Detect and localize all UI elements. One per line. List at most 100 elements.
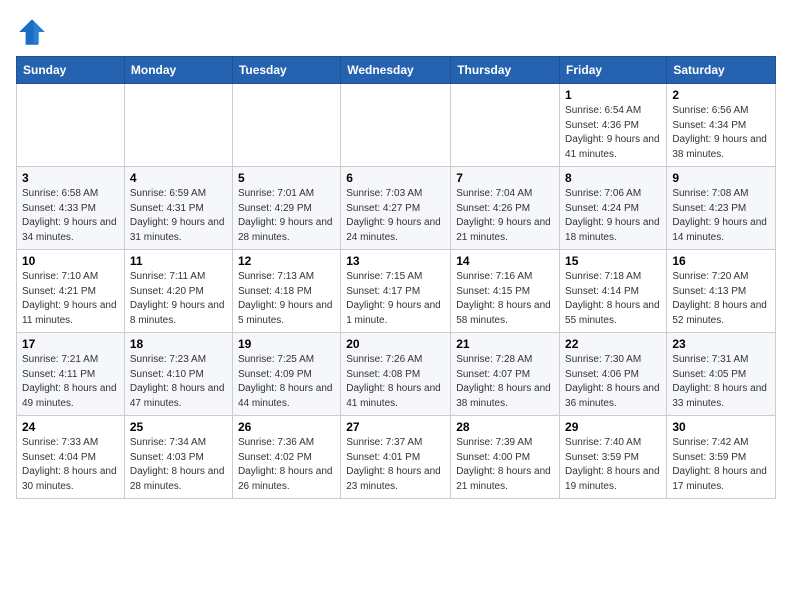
weekday-header-saturday: Saturday <box>667 57 776 84</box>
day-number: 9 <box>672 171 770 185</box>
calendar-cell <box>17 84 125 167</box>
day-info: Sunrise: 6:54 AMSunset: 4:36 PMDaylight:… <box>565 104 661 162</box>
day-number: 6 <box>346 171 445 185</box>
weekday-header-monday: Monday <box>124 57 232 84</box>
calendar-cell: 24 Sunrise: 7:33 AMSunset: 4:04 PMDayligh… <box>17 416 125 499</box>
logo-icon <box>16 16 48 48</box>
day-info: Sunrise: 7:36 AMSunset: 4:02 PMDaylight:… <box>238 436 335 494</box>
day-info: Sunrise: 7:28 AMSunset: 4:07 PMDaylight:… <box>456 353 554 411</box>
calendar-cell: 11Sunrise: 7:11 AMSunset: 4:20 PMDayligh… <box>124 250 232 333</box>
day-number: 24 <box>22 420 119 434</box>
day-info: Sunrise: 7:01 AMSunset: 4:29 PMDaylight:… <box>238 187 335 245</box>
day-number: 13 <box>346 254 445 268</box>
day-number: 29 <box>565 420 661 434</box>
calendar-cell: 2Sunrise: 6:56 AMSunset: 4:34 PMDaylight… <box>667 84 776 167</box>
calendar-cell: 1 Sunrise: 6:54 AMSunset: 4:36 PMDaylight… <box>560 84 667 167</box>
day-number: 19 <box>238 337 335 351</box>
day-number: 26 <box>238 420 335 434</box>
day-number: 27 <box>346 420 445 434</box>
day-info: Sunrise: 7:13 AMSunset: 4:18 PMDaylight:… <box>238 270 335 328</box>
calendar-cell: 9Sunrise: 7:08 AMSunset: 4:23 PMDaylight… <box>667 167 776 250</box>
calendar-week-2: 3 Sunrise: 6:58 AMSunset: 4:33 PMDaylight… <box>17 167 776 250</box>
calendar-cell: 16 Sunrise: 7:20 AMSunset: 4:13 PMDayligh… <box>667 250 776 333</box>
day-number: 21 <box>456 337 554 351</box>
calendar-week-1: 1 Sunrise: 6:54 AMSunset: 4:36 PMDaylight… <box>17 84 776 167</box>
day-info: Sunrise: 7:11 AMSunset: 4:20 PMDaylight:… <box>130 270 227 328</box>
weekday-header-friday: Friday <box>560 57 667 84</box>
calendar-cell: 3 Sunrise: 6:58 AMSunset: 4:33 PMDaylight… <box>17 167 125 250</box>
calendar-cell: 12 Sunrise: 7:13 AMSunset: 4:18 PMDayligh… <box>232 250 340 333</box>
day-number: 15 <box>565 254 661 268</box>
weekday-header-thursday: Thursday <box>451 57 560 84</box>
weekday-header-row: SundayMondayTuesdayWednesdayThursdayFrid… <box>17 57 776 84</box>
calendar-table: SundayMondayTuesdayWednesdayThursdayFrid… <box>16 56 776 499</box>
calendar-cell: 14 Sunrise: 7:16 AMSunset: 4:15 PMDayligh… <box>451 250 560 333</box>
calendar-cell: 30 Sunrise: 7:42 AMSunset: 3:59 PMDayligh… <box>667 416 776 499</box>
calendar-cell: 22 Sunrise: 7:30 AMSunset: 4:06 PMDayligh… <box>560 333 667 416</box>
day-info: Sunrise: 7:18 AMSunset: 4:14 PMDaylight:… <box>565 270 661 328</box>
day-number: 8 <box>565 171 661 185</box>
day-number: 16 <box>672 254 770 268</box>
weekday-header-wednesday: Wednesday <box>341 57 451 84</box>
calendar-cell: 18 Sunrise: 7:23 AMSunset: 4:10 PMDayligh… <box>124 333 232 416</box>
day-info: Sunrise: 7:26 AMSunset: 4:08 PMDaylight:… <box>346 353 445 411</box>
calendar-cell: 13 Sunrise: 7:15 AMSunset: 4:17 PMDayligh… <box>341 250 451 333</box>
calendar-cell: 27 Sunrise: 7:37 AMSunset: 4:01 PMDayligh… <box>341 416 451 499</box>
day-info: Sunrise: 7:30 AMSunset: 4:06 PMDaylight:… <box>565 353 661 411</box>
calendar-cell: 10 Sunrise: 7:10 AMSunset: 4:21 PMDayligh… <box>17 250 125 333</box>
logo <box>16 16 52 48</box>
day-info: Sunrise: 7:39 AMSunset: 4:00 PMDaylight:… <box>456 436 554 494</box>
day-info: Sunrise: 7:31 AMSunset: 4:05 PMDaylight:… <box>672 353 770 411</box>
calendar-week-3: 10 Sunrise: 7:10 AMSunset: 4:21 PMDayligh… <box>17 250 776 333</box>
day-number: 28 <box>456 420 554 434</box>
calendar-cell: 6Sunrise: 7:03 AMSunset: 4:27 PMDaylight… <box>341 167 451 250</box>
day-number: 20 <box>346 337 445 351</box>
calendar-cell <box>124 84 232 167</box>
weekday-header-sunday: Sunday <box>17 57 125 84</box>
day-info: Sunrise: 7:23 AMSunset: 4:10 PMDaylight:… <box>130 353 227 411</box>
day-info: Sunrise: 6:58 AMSunset: 4:33 PMDaylight:… <box>22 187 119 245</box>
day-number: 7 <box>456 171 554 185</box>
calendar-cell: 4Sunrise: 6:59 AMSunset: 4:31 PMDaylight… <box>124 167 232 250</box>
day-number: 30 <box>672 420 770 434</box>
calendar-cell <box>451 84 560 167</box>
day-number: 14 <box>456 254 554 268</box>
calendar-cell: 26 Sunrise: 7:36 AMSunset: 4:02 PMDayligh… <box>232 416 340 499</box>
day-info: Sunrise: 7:10 AMSunset: 4:21 PMDaylight:… <box>22 270 119 328</box>
calendar-cell: 19Sunrise: 7:25 AMSunset: 4:09 PMDayligh… <box>232 333 340 416</box>
day-number: 12 <box>238 254 335 268</box>
day-number: 2 <box>672 88 770 102</box>
page-header <box>16 16 776 48</box>
day-info: Sunrise: 7:15 AMSunset: 4:17 PMDaylight:… <box>346 270 445 328</box>
day-info: Sunrise: 7:37 AMSunset: 4:01 PMDaylight:… <box>346 436 445 494</box>
day-info: Sunrise: 7:16 AMSunset: 4:15 PMDaylight:… <box>456 270 554 328</box>
calendar-cell: 28 Sunrise: 7:39 AMSunset: 4:00 PMDayligh… <box>451 416 560 499</box>
day-number: 4 <box>130 171 227 185</box>
day-info: Sunrise: 7:34 AMSunset: 4:03 PMDaylight:… <box>130 436 227 494</box>
calendar-cell <box>232 84 340 167</box>
calendar-cell: 29Sunrise: 7:40 AMSunset: 3:59 PMDayligh… <box>560 416 667 499</box>
calendar-cell <box>341 84 451 167</box>
calendar-cell: 15 Sunrise: 7:18 AMSunset: 4:14 PMDayligh… <box>560 250 667 333</box>
day-number: 5 <box>238 171 335 185</box>
day-info: Sunrise: 7:21 AMSunset: 4:11 PMDaylight:… <box>22 353 119 411</box>
day-info: Sunrise: 7:06 AMSunset: 4:24 PMDaylight:… <box>565 187 661 245</box>
day-info: Sunrise: 7:20 AMSunset: 4:13 PMDaylight:… <box>672 270 770 328</box>
weekday-header-tuesday: Tuesday <box>232 57 340 84</box>
calendar-cell: 17 Sunrise: 7:21 AMSunset: 4:11 PMDayligh… <box>17 333 125 416</box>
day-info: Sunrise: 7:33 AMSunset: 4:04 PMDaylight:… <box>22 436 119 494</box>
day-number: 1 <box>565 88 661 102</box>
calendar-cell: 7Sunrise: 7:04 AMSunset: 4:26 PMDaylight… <box>451 167 560 250</box>
day-number: 23 <box>672 337 770 351</box>
day-info: Sunrise: 7:42 AMSunset: 3:59 PMDaylight:… <box>672 436 770 494</box>
calendar-cell: 23 Sunrise: 7:31 AMSunset: 4:05 PMDayligh… <box>667 333 776 416</box>
calendar-week-4: 17 Sunrise: 7:21 AMSunset: 4:11 PMDayligh… <box>17 333 776 416</box>
day-number: 18 <box>130 337 227 351</box>
day-number: 3 <box>22 171 119 185</box>
calendar-week-5: 24 Sunrise: 7:33 AMSunset: 4:04 PMDayligh… <box>17 416 776 499</box>
calendar-cell: 20 Sunrise: 7:26 AMSunset: 4:08 PMDayligh… <box>341 333 451 416</box>
day-number: 10 <box>22 254 119 268</box>
day-number: 22 <box>565 337 661 351</box>
calendar-cell: 25Sunrise: 7:34 AMSunset: 4:03 PMDayligh… <box>124 416 232 499</box>
day-number: 17 <box>22 337 119 351</box>
